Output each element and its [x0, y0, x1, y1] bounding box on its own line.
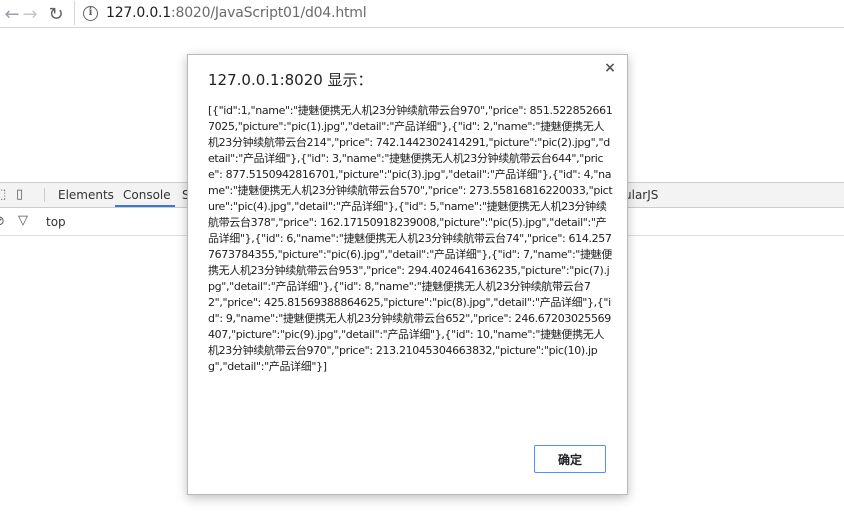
device-toolbar-icon[interactable]: ▯ [16, 187, 23, 202]
close-icon[interactable]: × [603, 60, 617, 76]
tab-console[interactable]: Console [123, 188, 171, 202]
clear-console-icon[interactable]: ⊘ [0, 214, 5, 229]
filter-icon[interactable]: ▽ [18, 213, 28, 228]
dialog-title: 127.0.0.1:8020 显示： [208, 71, 373, 89]
alert-dialog: 127.0.0.1:8020 显示： × [{"id":1,"name":"捷魅… [187, 54, 628, 495]
toolbar-divider [44, 188, 45, 202]
browser-toolbar: ← → ↻ i 127.0.0.1:8020/JavaScript01/d04.… [0, 0, 844, 28]
info-icon[interactable]: i [83, 5, 98, 21]
address-bar[interactable]: i 127.0.0.1:8020/JavaScript01/d04.html [74, 1, 844, 25]
reload-icon[interactable]: ↻ [44, 2, 68, 26]
url-host: 127.0.0.1 [106, 5, 171, 21]
ok-button[interactable]: 确定 [534, 445, 606, 473]
inspect-element-icon[interactable]: ⬚ [0, 187, 6, 202]
active-tab-indicator [115, 205, 175, 207]
url-path: :8020/JavaScript01/d04.html [171, 5, 367, 21]
tab-elements[interactable]: Elements [58, 188, 114, 202]
tab-angularjs[interactable]: ularJS [624, 188, 658, 202]
url-text[interactable]: 127.0.0.1:8020/JavaScript01/d04.html [106, 5, 367, 21]
forward-arrow-icon[interactable]: → [18, 2, 42, 26]
dialog-message: [{"id":1,"name":"捷魅便携无人机23分钟续航带云台970","p… [208, 104, 613, 373]
context-selector[interactable]: top [46, 215, 66, 229]
